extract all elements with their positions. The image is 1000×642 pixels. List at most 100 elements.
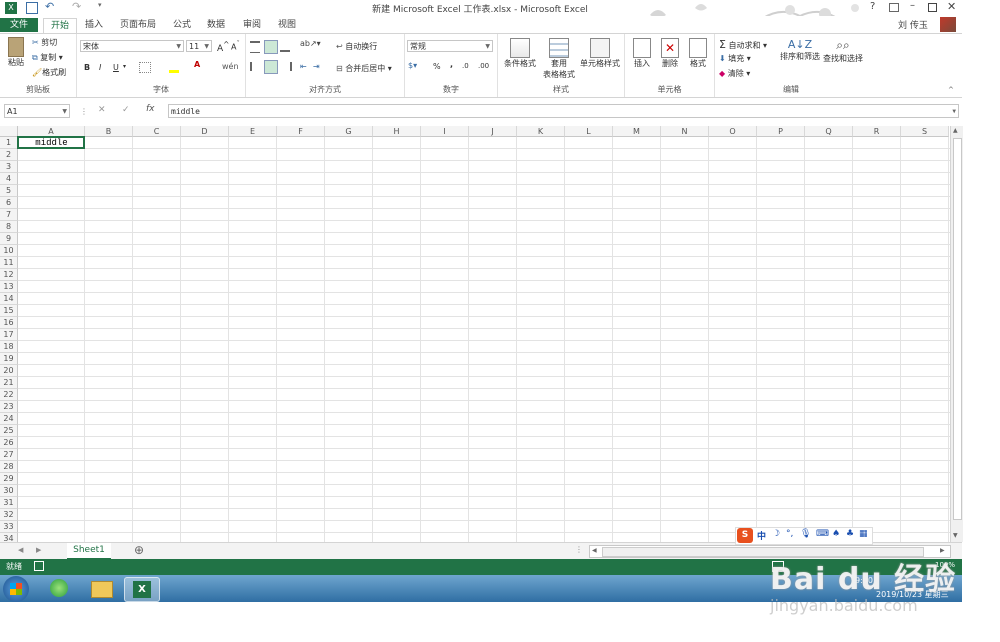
ime-mode-button[interactable]: 中 bbox=[757, 529, 766, 542]
taskbar-ie-button[interactable] bbox=[42, 577, 76, 600]
row-header[interactable]: 14 bbox=[0, 293, 18, 305]
tab-insert[interactable]: 插入 bbox=[80, 18, 108, 32]
taskbar-explorer-button[interactable] bbox=[84, 577, 118, 600]
row-header[interactable]: 17 bbox=[0, 329, 18, 341]
fill-button[interactable]: ⬇ 填充 ▾ bbox=[719, 53, 751, 64]
row-header[interactable]: 28 bbox=[0, 461, 18, 473]
comma-button[interactable]: , bbox=[450, 60, 453, 69]
row-header[interactable]: 11 bbox=[0, 257, 18, 269]
column-header[interactable]: Q bbox=[805, 126, 853, 137]
decrease-indent-icon[interactable]: ⇤ bbox=[300, 62, 307, 71]
undo-icon[interactable]: ↶ bbox=[45, 0, 54, 13]
close-button[interactable]: ✕ bbox=[947, 0, 956, 13]
copy-button[interactable]: ⧉ 复制 ▾ bbox=[32, 52, 63, 63]
clear-button[interactable]: ◆ 清除 ▾ bbox=[719, 68, 750, 79]
shirt-icon[interactable]: ♣ bbox=[846, 529, 854, 539]
tab-file[interactable]: 文件 bbox=[0, 18, 38, 32]
row-header[interactable]: 5 bbox=[0, 185, 18, 197]
tab-formulas[interactable]: 公式 bbox=[168, 18, 196, 32]
bold-button[interactable]: B bbox=[84, 63, 90, 72]
row-header[interactable]: 32 bbox=[0, 509, 18, 521]
column-header[interactable]: I bbox=[421, 126, 469, 137]
splitter-handle-icon[interactable]: ⋮ bbox=[575, 545, 583, 554]
tab-page-layout[interactable]: 页面布局 bbox=[115, 18, 161, 32]
column-header[interactable]: H bbox=[373, 126, 421, 137]
ime-toolbar[interactable]: S 中 ☽ °, 🎙 ⌨ ♠ ♣ ▦ bbox=[735, 527, 873, 545]
format-as-table-button[interactable]: 套用 表格格式 bbox=[540, 38, 578, 80]
fill-color-button[interactable] bbox=[169, 61, 179, 75]
microphone-icon[interactable]: 🎙 bbox=[800, 529, 811, 539]
keyboard-icon[interactable]: ⌨ bbox=[816, 529, 829, 539]
worksheet-grid[interactable]: ABCDEFGHIJKLMNOPQRS 1 2 3 4 5 6 7 8 9 10 11 12 13 14 1… bbox=[0, 126, 950, 542]
scroll-right-icon[interactable]: ▶ bbox=[940, 547, 945, 554]
row-header[interactable]: 19 bbox=[0, 353, 18, 365]
taskbar-excel-button[interactable]: X bbox=[124, 577, 160, 602]
row-header[interactable]: 31 bbox=[0, 497, 18, 509]
tab-view[interactable]: 视图 bbox=[273, 18, 301, 32]
align-middle-icon[interactable] bbox=[264, 40, 278, 54]
autosum-button[interactable]: Σ 自动求和 ▾ bbox=[719, 38, 767, 51]
customize-qat-icon[interactable]: ▾ bbox=[98, 1, 102, 9]
phonetic-icon[interactable]: wén bbox=[222, 62, 239, 71]
underline-dropdown-icon[interactable]: ▾ bbox=[123, 63, 126, 70]
orientation-icon[interactable]: ab↗▾ bbox=[300, 39, 321, 48]
row-header[interactable]: 9 bbox=[0, 233, 18, 245]
format-painter-button[interactable]: 🖌格式刷 bbox=[32, 67, 66, 78]
row-header[interactable]: 4 bbox=[0, 173, 18, 185]
decrease-font-icon[interactable]: Aˇ bbox=[231, 40, 240, 52]
column-header[interactable]: O bbox=[709, 126, 757, 137]
tab-review[interactable]: 审阅 bbox=[238, 18, 266, 32]
row-header[interactable]: 18 bbox=[0, 341, 18, 353]
row-header[interactable]: 33 bbox=[0, 521, 18, 533]
column-header[interactable]: S bbox=[901, 126, 949, 137]
column-header[interactable]: P bbox=[757, 126, 805, 137]
punctuation-icon[interactable]: °, bbox=[786, 529, 793, 539]
font-name-select[interactable]: 宋体 ▼ bbox=[80, 40, 184, 52]
row-header[interactable]: 20 bbox=[0, 365, 18, 377]
accounting-format-icon[interactable]: $▾ bbox=[408, 61, 417, 70]
formula-input[interactable]: middle ▼ bbox=[168, 104, 959, 118]
column-header[interactable]: G bbox=[325, 126, 373, 137]
italic-button[interactable]: I bbox=[99, 63, 101, 72]
cell-styles-button[interactable]: 单元格样式 bbox=[578, 38, 622, 69]
collapse-ribbon-icon[interactable]: ^ bbox=[948, 86, 954, 94]
font-size-select[interactable]: 11 ▼ bbox=[186, 40, 212, 52]
column-header[interactable]: L bbox=[565, 126, 613, 137]
row-header[interactable]: 6 bbox=[0, 197, 18, 209]
paste-button[interactable]: 粘贴 bbox=[6, 37, 26, 71]
restore-button[interactable] bbox=[928, 3, 937, 12]
save-icon[interactable] bbox=[26, 2, 38, 14]
row-header[interactable]: 24 bbox=[0, 413, 18, 425]
find-select-button[interactable]: ⌕⌕ 查找和选择 bbox=[821, 38, 865, 64]
vertical-scroll-thumb[interactable] bbox=[953, 138, 962, 520]
column-header[interactable]: E bbox=[229, 126, 277, 137]
increase-decimal-icon[interactable]: .0 bbox=[462, 62, 469, 70]
format-cells-button[interactable]: 格式 bbox=[687, 38, 709, 69]
column-header[interactable]: R bbox=[853, 126, 901, 137]
align-top-icon[interactable] bbox=[250, 41, 260, 53]
row-header[interactable]: 7 bbox=[0, 209, 18, 221]
align-right-icon[interactable] bbox=[280, 62, 292, 71]
row-header[interactable]: 1 bbox=[0, 137, 18, 149]
skin-icon[interactable]: ♠ bbox=[832, 529, 840, 539]
column-header[interactable]: K bbox=[517, 126, 565, 137]
conditional-formatting-button[interactable]: 条件格式 bbox=[501, 38, 539, 69]
percent-button[interactable]: % bbox=[433, 62, 441, 71]
delete-cells-button[interactable]: ✕ 删除 bbox=[659, 38, 681, 69]
column-header[interactable]: F bbox=[277, 126, 325, 137]
name-box[interactable]: A1 ▼ bbox=[4, 104, 70, 118]
align-left-icon[interactable] bbox=[250, 62, 262, 71]
row-header[interactable]: 13 bbox=[0, 281, 18, 293]
confirm-entry-button[interactable]: ✓ bbox=[122, 105, 130, 115]
sheet-tab-sheet1[interactable]: Sheet1 bbox=[67, 543, 111, 560]
vertical-scrollbar[interactable]: ▲ ▼ bbox=[950, 126, 963, 542]
increase-indent-icon[interactable]: ⇥ bbox=[313, 62, 320, 71]
row-header[interactable]: 15 bbox=[0, 305, 18, 317]
next-sheet-icon[interactable]: ▶ bbox=[36, 546, 41, 554]
row-header[interactable]: 10 bbox=[0, 245, 18, 257]
row-header[interactable]: 22 bbox=[0, 389, 18, 401]
row-header[interactable]: 34 bbox=[0, 533, 18, 542]
column-header[interactable]: M bbox=[613, 126, 661, 137]
border-icon[interactable] bbox=[139, 62, 151, 73]
row-header[interactable]: 3 bbox=[0, 161, 18, 173]
